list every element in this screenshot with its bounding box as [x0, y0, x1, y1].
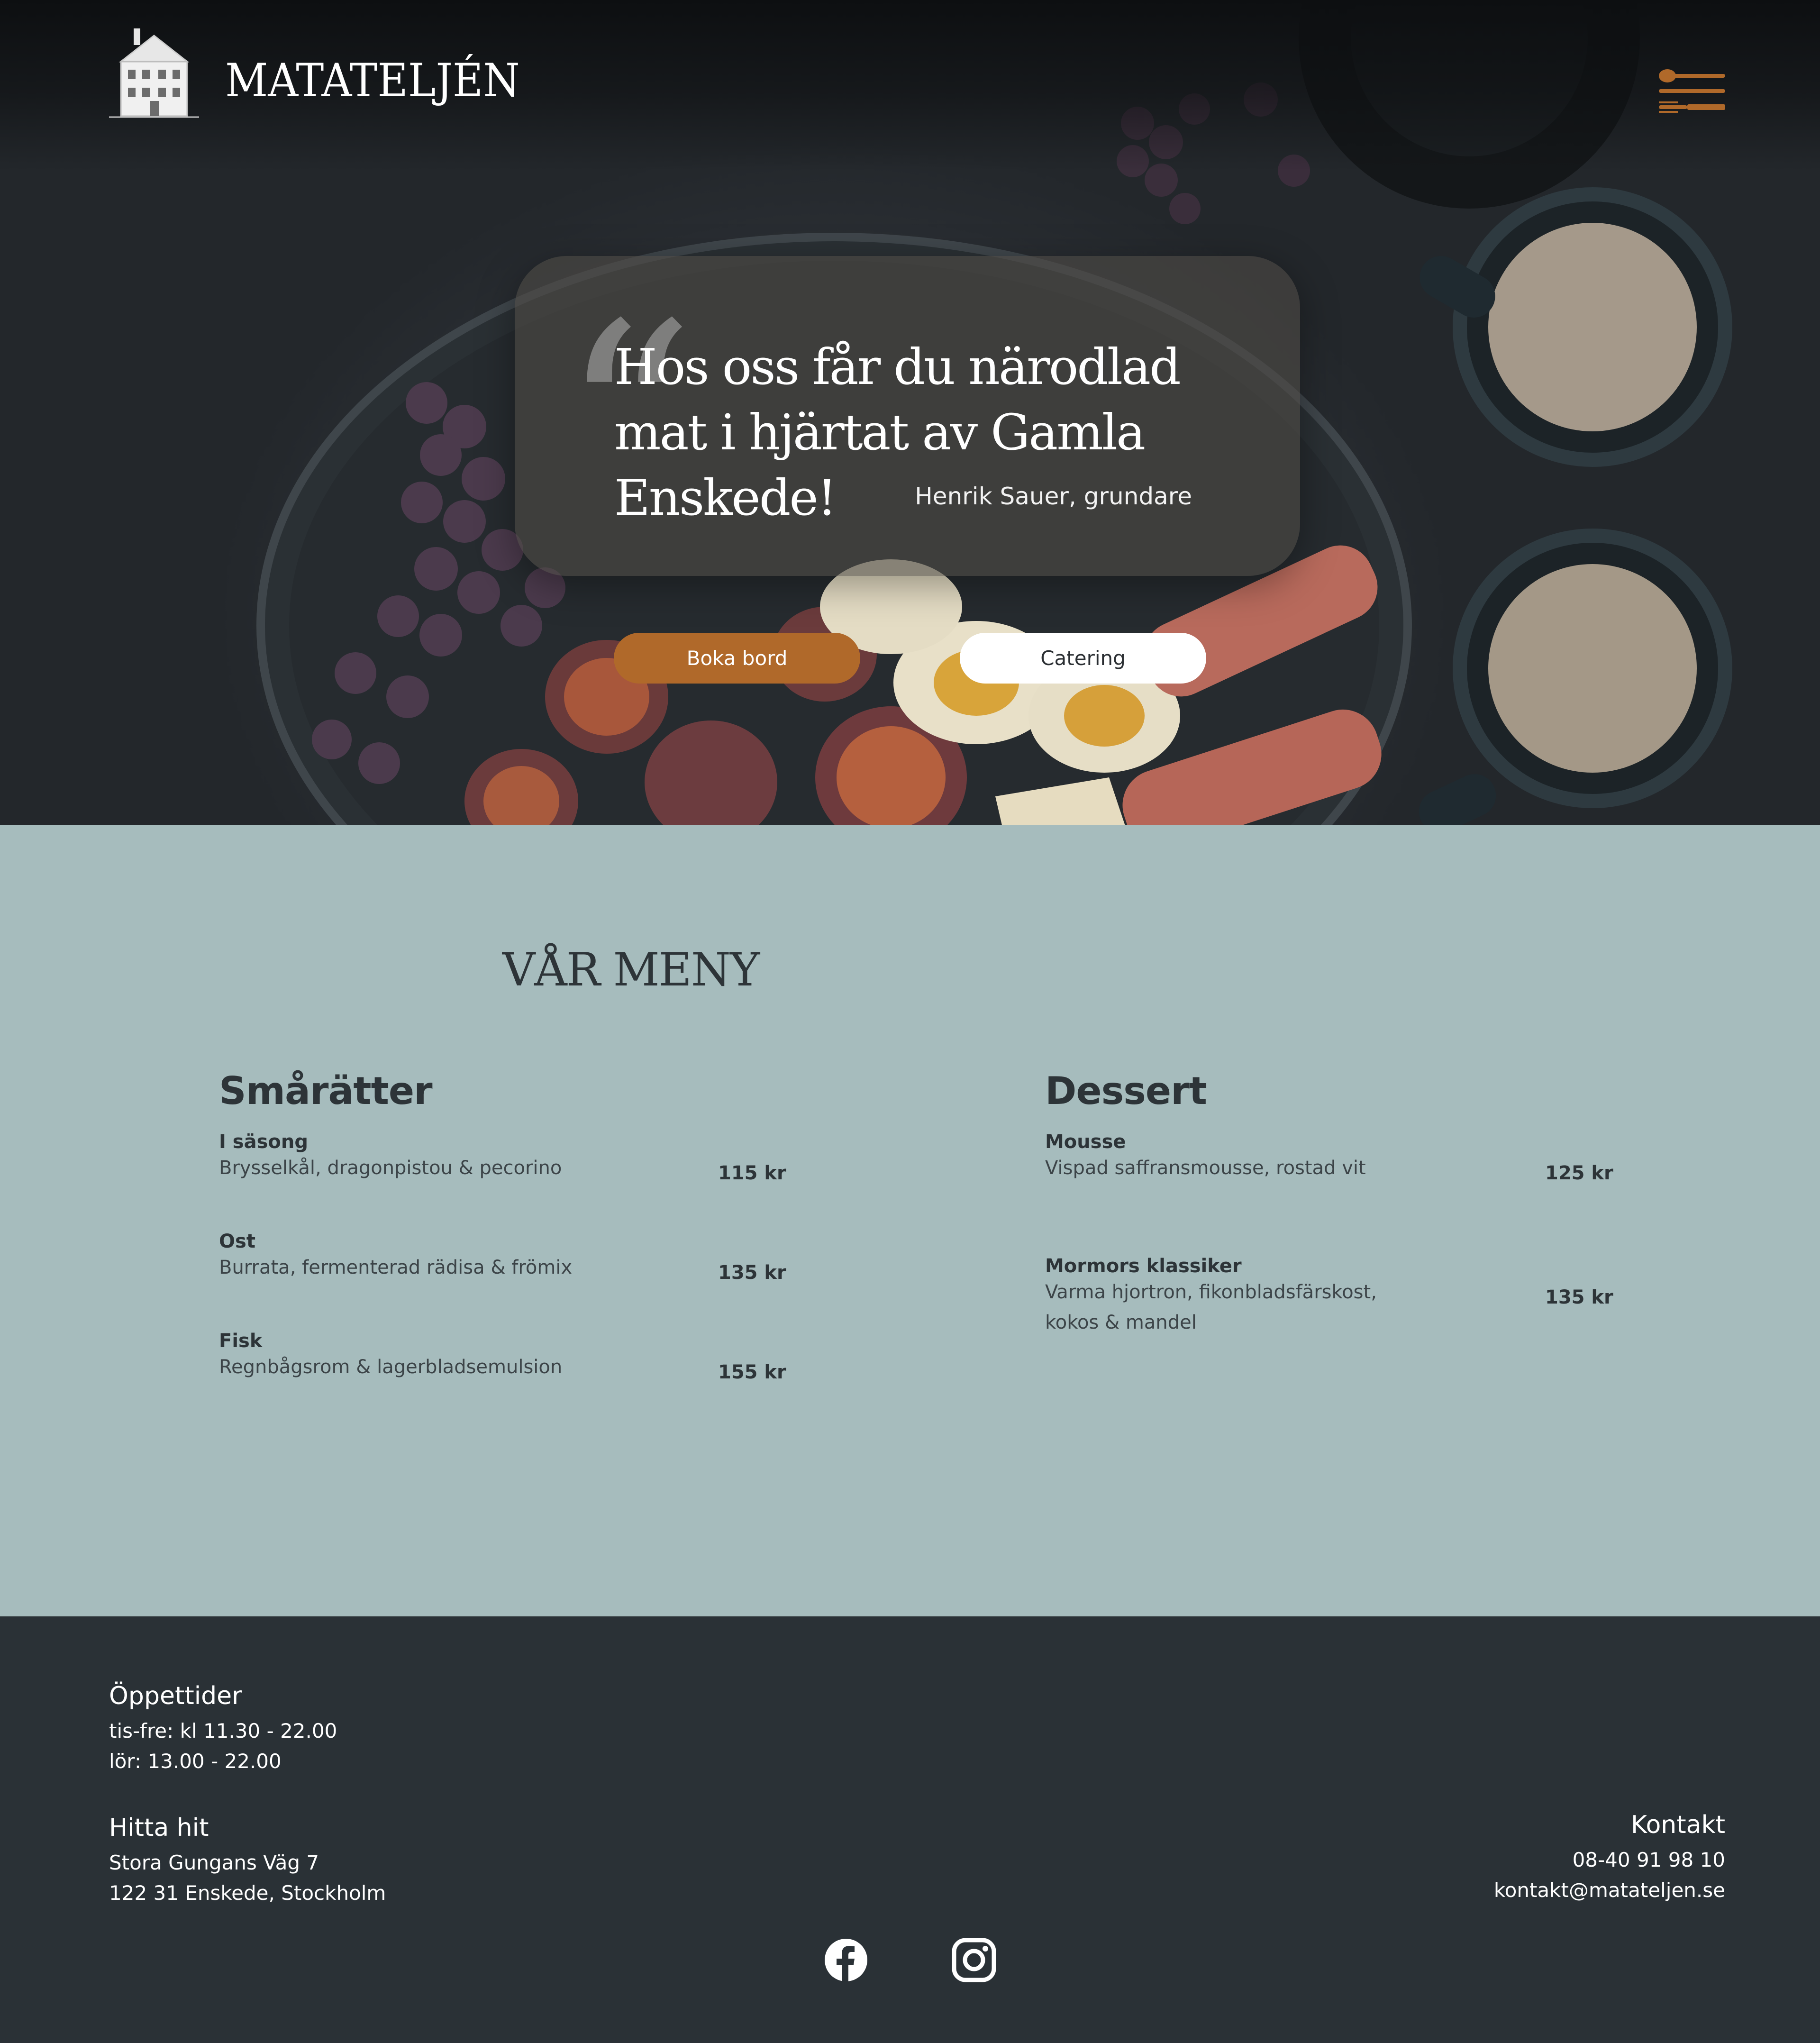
opening-hours: Öppettider tis-fre: kl 11.30 - 22.00 lör…: [109, 1682, 337, 1777]
item-name: Fisk: [219, 1330, 263, 1352]
email-link[interactable]: kontakt@matateljen.se: [1494, 1875, 1725, 1906]
item-price: 155 kr: [718, 1361, 786, 1383]
wave-divider: [0, 825, 1820, 995]
item-name: Mousse: [1045, 1131, 1126, 1153]
item-name: I säsong: [219, 1131, 309, 1153]
house-logo-icon: [109, 28, 199, 118]
instagram-icon[interactable]: [950, 1936, 998, 1984]
item-description: Varma hjortron, fikonbladsfärskost, koko…: [1045, 1281, 1377, 1333]
brand-name: MATATELJÉN: [225, 54, 520, 107]
quote-author: Henrik Sauer, grundare: [915, 483, 1192, 510]
menu-item: Mormors klassiker Varma hjortron, fikonb…: [1045, 1255, 1614, 1338]
address-line: 122 31 Enskede, Stockholm: [109, 1881, 386, 1905]
item-name: Mormors klassiker: [1045, 1255, 1242, 1277]
quote-card: “ Hos oss får du närodlad mat i hjärtat …: [515, 256, 1300, 576]
opening-hours-title: Öppettider: [109, 1682, 242, 1710]
cutlery-menu-icon[interactable]: [1659, 66, 1725, 116]
menu-item: Ost Burrata, fermenterad rädisa & frömix…: [219, 1231, 807, 1284]
item-price: 115 kr: [718, 1162, 786, 1184]
item-description: Vispad saffransmousse, rostad vit: [1045, 1157, 1366, 1179]
category-title: Smårätter: [219, 1069, 433, 1113]
menu-item: I säsong Brysselkål, dragonpistou & peco…: [219, 1131, 807, 1184]
facebook-icon[interactable]: [822, 1936, 870, 1984]
catering-button[interactable]: Catering: [960, 633, 1206, 684]
item-price: 125 kr: [1545, 1162, 1613, 1184]
menu-title: VÅR MENY: [502, 943, 760, 996]
address-line: Stora Gungans Väg 7: [109, 1851, 319, 1874]
opening-hours-line: lör: 13.00 - 22.00: [109, 1750, 282, 1773]
location-title: Hitta hit: [109, 1814, 209, 1842]
phone-link[interactable]: 08-40 91 98 10: [1494, 1845, 1725, 1875]
category-title: Dessert: [1045, 1069, 1207, 1113]
item-name: Ost: [219, 1231, 255, 1252]
item-price: 135 kr: [718, 1262, 786, 1284]
menu-item: Fisk Regnbågsrom & lagerbladsemulsion 15…: [219, 1330, 807, 1383]
location: Hitta hit Stora Gungans Väg 7 122 31 Ens…: [109, 1814, 386, 1908]
book-table-button[interactable]: Boka bord: [614, 633, 860, 684]
contact: Kontakt 08-40 91 98 10 kontakt@matatelje…: [1494, 1811, 1725, 1906]
menu-category-smaratter: Smårätter I säsong Brysselkål, dragonpis…: [219, 1069, 807, 1383]
item-price: 135 kr: [1545, 1286, 1613, 1308]
menu-category-dessert: Dessert Mousse Vispad saffransmousse, ro…: [1045, 1069, 1614, 1338]
opening-hours-line: tis-fre: kl 11.30 - 22.00: [109, 1719, 337, 1742]
logo[interactable]: MATATELJÉN: [104, 26, 546, 121]
menu-item: Mousse Vispad saffransmousse, rostad vit…: [1045, 1131, 1614, 1184]
contact-title: Kontakt: [1630, 1811, 1725, 1839]
